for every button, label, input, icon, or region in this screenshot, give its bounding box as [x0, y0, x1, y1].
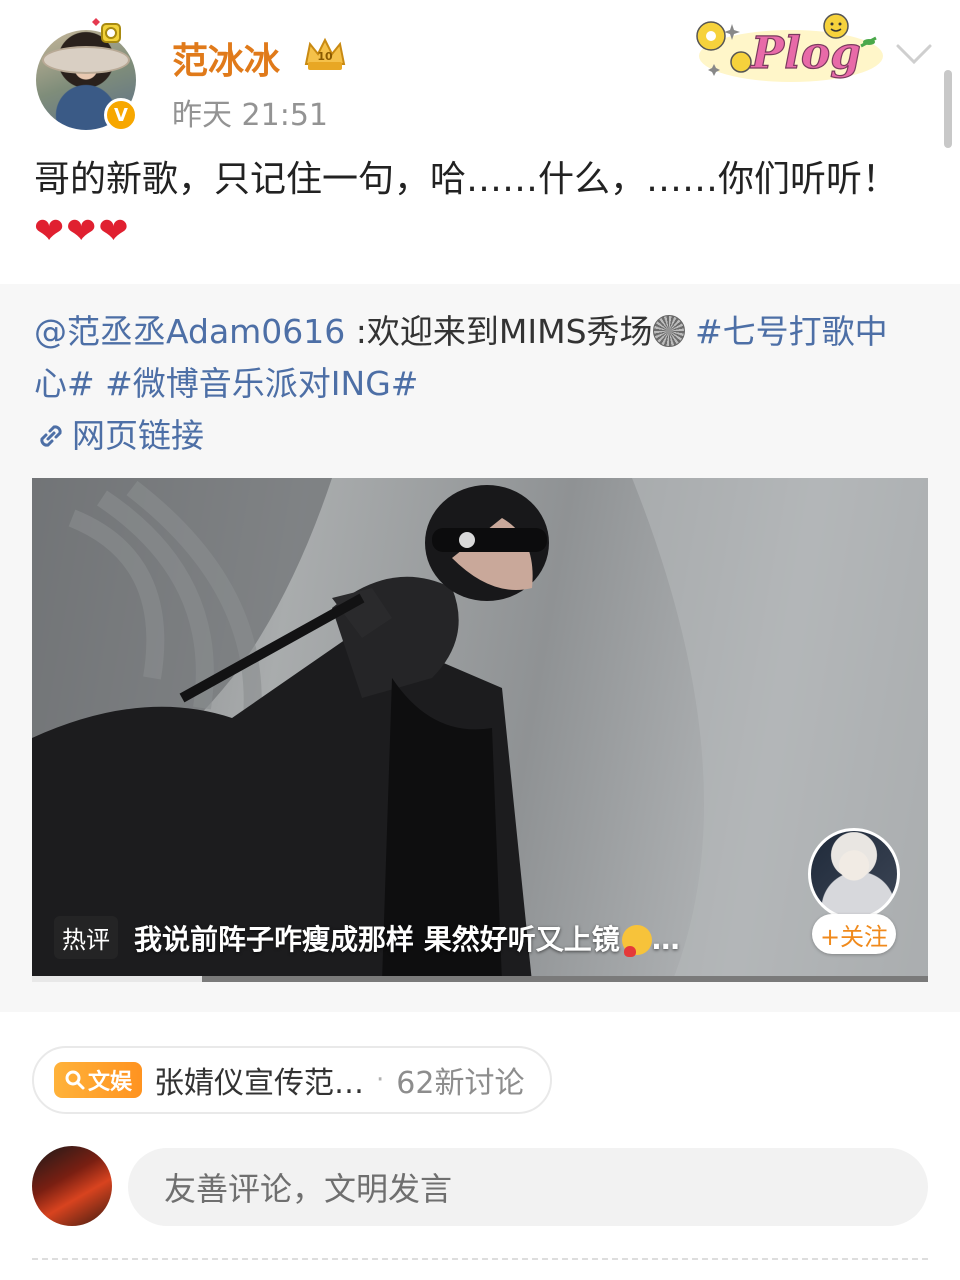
chevron-down-icon[interactable]: [894, 40, 934, 68]
current-user-avatar[interactable]: [32, 1146, 112, 1226]
topic-title: 张婧仪宣传范…: [154, 1066, 365, 1101]
crown-badge-icon[interactable]: 10: [302, 36, 348, 72]
topic-chip[interactable]: 文娱 张婧仪宣传范… · 62新讨论: [32, 1046, 553, 1114]
video-frame: [32, 478, 928, 982]
web-link[interactable]: 网页链接: [34, 410, 204, 462]
verified-icon: V: [104, 98, 138, 132]
hot-comment-ellipsis: …: [651, 923, 680, 956]
comment-input[interactable]: 友善评论，文明发言: [128, 1148, 928, 1226]
creator-avatar[interactable]: [808, 828, 900, 920]
topic-category-label: 文娱: [88, 1070, 133, 1095]
post-time: 昨天 21:51: [172, 98, 328, 133]
video-progress-fill: [32, 976, 203, 982]
plog-sticker: Plog: [696, 13, 883, 82]
repost-card[interactable]: @范丞丞Adam0616 :欢迎来到MIMS秀场 #七号打歌中心# #微博音乐派…: [0, 284, 960, 1012]
repost-body: :欢迎来到MIMS秀场: [345, 312, 653, 351]
topic-separator: ·: [376, 1065, 385, 1095]
author-name[interactable]: 范冰冰: [172, 32, 280, 84]
web-link-label: 网页链接: [72, 416, 204, 455]
search-icon: [65, 1070, 85, 1090]
shy-emoji-icon: [621, 925, 652, 957]
heart-emoji-icon: ❤❤❤: [34, 211, 131, 252]
hashtag-link[interactable]: #微博音乐派对ING#: [105, 364, 418, 403]
post-body: 哥的新歌，只记住一句，哈……什么，……你们听听！: [34, 159, 899, 200]
topic-category-tag: 文娱: [54, 1062, 143, 1098]
video-progress-track[interactable]: [32, 976, 928, 982]
hot-comment[interactable]: 我说前阵子咋瘦成那样 果然好听又上镜 …: [134, 918, 754, 958]
follow-button[interactable]: +关注: [812, 914, 896, 954]
repost-text: @范丞丞Adam0616 :欢迎来到MIMS秀场 #七号打歌中心# #微博音乐派…: [34, 306, 914, 410]
post-text: 哥的新歌，只记住一句，哈……什么，……你们听听！ ❤❤❤: [34, 154, 924, 258]
link-icon: [40, 425, 62, 447]
divider: [32, 1258, 928, 1260]
scrollbar[interactable]: [944, 70, 952, 148]
mention-link[interactable]: @范丞丞Adam0616: [34, 312, 345, 351]
topic-discussion-count: 62新讨论: [396, 1066, 525, 1101]
disco-ball-icon: [652, 315, 685, 347]
svg-text:10: 10: [317, 50, 333, 63]
video-player[interactable]: 热评 我说前阵子咋瘦成那样 果然好听又上镜 … +关注: [32, 478, 928, 982]
comment-placeholder: 友善评论，文明发言: [164, 1170, 453, 1208]
hot-comment-text: 我说前阵子咋瘦成那样 果然好听又上镜: [134, 923, 620, 956]
sticker-icon: [92, 18, 121, 43]
hot-comment-badge: 热评: [54, 916, 118, 959]
